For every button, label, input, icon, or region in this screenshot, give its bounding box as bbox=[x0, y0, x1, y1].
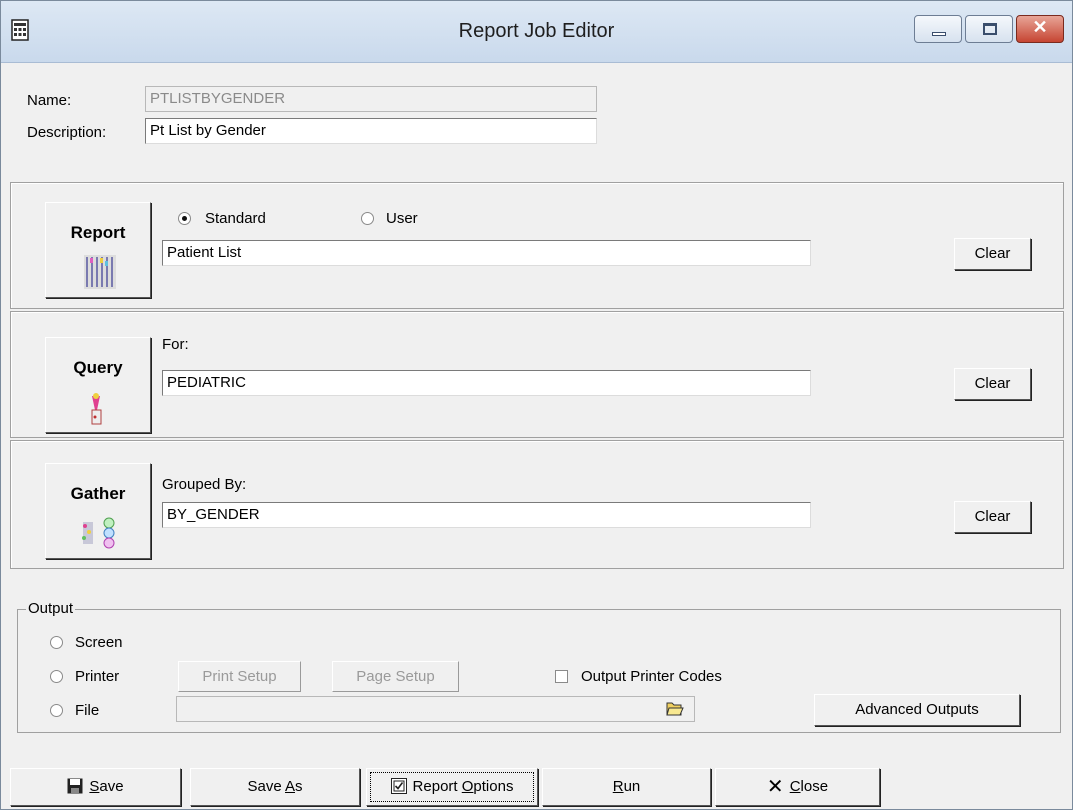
report-panel: Report Standard User Patient List Clear bbox=[10, 182, 1064, 309]
maximize-button[interactable] bbox=[965, 15, 1013, 43]
query-icon bbox=[91, 393, 102, 425]
output-group: Output Screen Printer File Print Setup P… bbox=[17, 600, 1061, 733]
report-options-label-mnemonic: O bbox=[461, 778, 474, 795]
report-clear-button[interactable]: Clear bbox=[954, 238, 1031, 270]
output-printer-codes-checkbox[interactable] bbox=[555, 670, 568, 683]
open-folder-icon[interactable] bbox=[666, 699, 684, 717]
standard-radio-label[interactable]: Standard bbox=[205, 210, 266, 227]
user-radio[interactable] bbox=[361, 212, 374, 225]
gather-grouped-by-label: Grouped By: bbox=[162, 476, 247, 493]
floppy-disk-icon bbox=[67, 778, 83, 794]
output-file-path-field bbox=[176, 696, 695, 722]
output-file-radio[interactable] bbox=[50, 704, 63, 717]
gather-button[interactable]: Gather bbox=[45, 463, 151, 559]
close-window-button[interactable]: ✕ bbox=[1016, 15, 1064, 43]
query-for-label: For: bbox=[162, 336, 189, 353]
gather-clear-button[interactable]: Clear bbox=[954, 501, 1031, 533]
output-printer-label[interactable]: Printer bbox=[75, 668, 119, 685]
close-label-rest: lose bbox=[800, 778, 829, 795]
report-options-button[interactable]: Report Options bbox=[366, 768, 538, 806]
standard-radio[interactable] bbox=[178, 212, 191, 225]
save-button[interactable]: Save bbox=[10, 768, 181, 806]
name-field: PTLISTBYGENDER bbox=[145, 86, 597, 112]
report-grid-icon bbox=[84, 255, 116, 289]
output-screen-label[interactable]: Screen bbox=[75, 634, 123, 651]
report-options-label-rest: ptions bbox=[473, 778, 514, 795]
close-button[interactable]: ✕ Close bbox=[715, 768, 880, 806]
save-as-label-mnemonic: A bbox=[285, 778, 296, 795]
close-label-mnemonic: C bbox=[789, 778, 801, 795]
minimize-icon bbox=[932, 32, 946, 36]
print-setup-button[interactable]: Print Setup bbox=[178, 661, 301, 692]
save-as-label-prefix: Save bbox=[247, 778, 285, 795]
user-radio-label[interactable]: User bbox=[386, 210, 418, 227]
save-label-rest: ave bbox=[99, 778, 124, 795]
output-printer-codes-label[interactable]: Output Printer Codes bbox=[581, 668, 722, 685]
gather-field[interactable]: BY_GENDER bbox=[162, 502, 811, 528]
report-options-label-prefix: Report bbox=[412, 778, 462, 795]
description-field[interactable]: Pt List by Gender bbox=[145, 118, 597, 144]
checklist-icon bbox=[390, 778, 407, 794]
save-label-mnemonic: S bbox=[89, 778, 100, 795]
report-button-label: Report bbox=[70, 223, 126, 242]
x-icon: ✕ bbox=[766, 776, 784, 798]
gather-panel: Gather Grouped By: BY_GENDER Clear bbox=[10, 440, 1064, 569]
query-field[interactable]: PEDIATRIC bbox=[162, 370, 811, 396]
output-file-label[interactable]: File bbox=[75, 702, 99, 719]
name-label: Name: bbox=[27, 92, 72, 109]
run-label-mnemonic: R bbox=[612, 778, 624, 795]
gather-icon bbox=[82, 517, 115, 549]
description-label: Description: bbox=[27, 124, 107, 141]
advanced-outputs-button[interactable]: Advanced Outputs bbox=[814, 694, 1020, 726]
title-bar[interactable]: Report Job Editor ✕ bbox=[1, 1, 1072, 63]
gather-button-label: Gather bbox=[70, 484, 126, 503]
query-button-label: Query bbox=[73, 358, 123, 377]
maximize-icon bbox=[983, 23, 997, 35]
minimize-button[interactable] bbox=[914, 15, 962, 43]
output-printer-radio[interactable] bbox=[50, 670, 63, 683]
close-icon: ✕ bbox=[1032, 17, 1048, 37]
run-label-rest: un bbox=[623, 778, 641, 795]
output-screen-radio[interactable] bbox=[50, 636, 63, 649]
page-setup-button[interactable]: Page Setup bbox=[332, 661, 459, 692]
report-field[interactable]: Patient List bbox=[162, 240, 811, 266]
save-as-label-rest: s bbox=[295, 778, 303, 795]
report-job-editor-window: Report Job Editor ✕ Name: PTLISTBYGENDER… bbox=[0, 0, 1073, 810]
query-panel: Query For: PEDIATRIC Clear bbox=[10, 311, 1064, 438]
report-button[interactable]: Report bbox=[45, 202, 151, 298]
save-as-button[interactable]: Save As bbox=[190, 768, 360, 806]
run-button[interactable]: Run bbox=[542, 768, 711, 806]
output-legend: Output bbox=[26, 600, 76, 617]
query-button[interactable]: Query bbox=[45, 337, 151, 433]
window-title: Report Job Editor bbox=[458, 20, 615, 42]
query-clear-button[interactable]: Clear bbox=[954, 368, 1031, 400]
